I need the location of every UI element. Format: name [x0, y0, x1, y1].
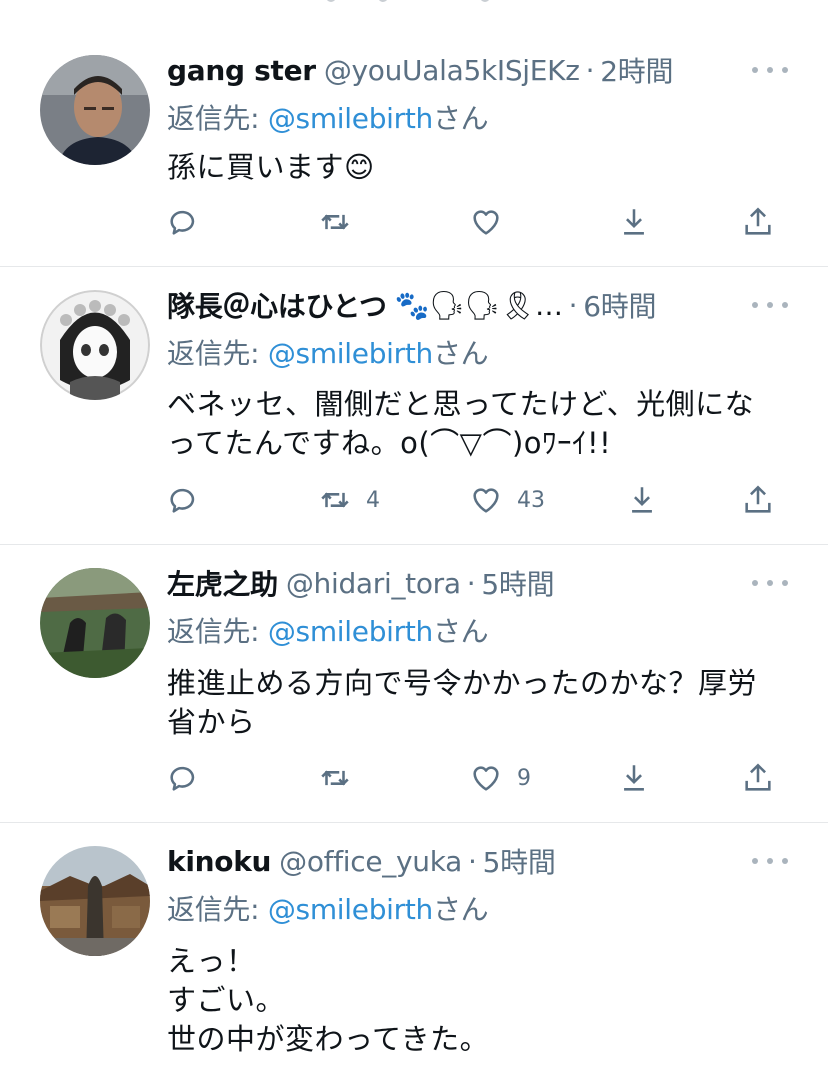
tweet-text-line: 推進止める方向で号令かかったのかな？厚労: [167, 666, 758, 700]
tweet-text-line: すごい。: [167, 983, 286, 1017]
timestamp[interactable]: 6時間: [583, 285, 656, 325]
like-count: 9: [517, 765, 531, 791]
reply-icon: [170, 488, 195, 513]
download-icon: [624, 209, 644, 235]
reply-to-line: 返信先: @smilebirthさん: [167, 332, 489, 372]
like-icon: [473, 488, 499, 513]
tweet-text: 推進止める方向で号令かかったのかな？厚労 省から: [167, 664, 787, 742]
display-name[interactable]: 隊長＠心はひとつ: [167, 285, 387, 325]
reply-to-line: 返信先: @smilebirthさん: [167, 97, 489, 137]
more-icon[interactable]: [752, 60, 788, 80]
separator: ·: [568, 288, 578, 322]
like-button[interactable]: 43: [469, 480, 545, 520]
like-count: 43: [517, 487, 545, 513]
user-handle[interactable]: @office_yuka: [279, 845, 462, 878]
more-icon[interactable]: [752, 573, 788, 593]
tweet-text-line: ベネッセ、闇側だと思ってたけど、光側にな: [167, 387, 755, 421]
reply-to-prefix: 返信先:: [167, 102, 268, 135]
display-name[interactable]: kinoku: [167, 845, 271, 878]
reply-to-suffix: さん: [432, 102, 489, 135]
display-name[interactable]: gang ster: [167, 54, 316, 87]
tweet-text: えっ！ すごい。 世の中が変わってきた。: [167, 942, 787, 1059]
mention-link[interactable]: @smilebirth: [268, 337, 433, 370]
reply-to-suffix: さん: [432, 337, 489, 370]
separator: ·: [585, 53, 595, 87]
share-icon: [745, 763, 771, 791]
retweet-icon: [321, 492, 349, 508]
separator: ·: [468, 844, 477, 878]
divider: [0, 266, 828, 267]
reply-icon: [170, 210, 195, 235]
mention-link[interactable]: @smilebirth: [268, 102, 433, 135]
retweet-count: 4: [366, 487, 380, 513]
download-icon: [624, 765, 644, 791]
reply-to-prefix: 返信先:: [167, 615, 268, 648]
previous-tweet-edge: [0, 0, 828, 10]
share-icon: [745, 207, 771, 235]
action-bar: [0, 202, 828, 242]
tweet-text-line: えっ！: [167, 944, 256, 978]
avatar[interactable]: [40, 846, 150, 956]
share-icon: [745, 485, 771, 513]
like-icon: [473, 210, 499, 235]
tweet-text-line: ってたんですね。o(⌒▽⌒)oﾜｰｲ!!: [167, 426, 612, 460]
reply-to-prefix: 返信先:: [167, 893, 268, 926]
action-bar: 4 43: [0, 480, 828, 520]
timestamp[interactable]: 2時間: [600, 50, 673, 90]
action-bar: 9: [0, 758, 828, 798]
more-icon[interactable]: [752, 295, 788, 315]
user-handle[interactable]: @youUala5kISjEKz: [324, 54, 580, 87]
reply-icon: [170, 766, 195, 791]
tweet-text-line: 省から: [167, 705, 256, 739]
like-button[interactable]: [469, 202, 517, 242]
reply-to-prefix: 返信先:: [167, 337, 268, 370]
download-button[interactable]: [617, 202, 651, 242]
mention-link[interactable]: @smilebirth: [268, 615, 433, 648]
retweet-icon: [321, 214, 349, 230]
reply-to-line: 返信先: @smilebirthさん: [167, 888, 489, 928]
reply-button[interactable]: [166, 758, 200, 798]
avatar[interactable]: [40, 568, 150, 678]
like-icon: [473, 766, 499, 791]
reply-to-suffix: さん: [432, 615, 489, 648]
name-emoji: 🐾🗣🗣🎗…: [394, 288, 563, 322]
timestamp[interactable]: 5時間: [483, 841, 556, 881]
user-handle[interactable]: @hidari_tora: [286, 567, 461, 600]
retweet-button[interactable]: 4: [318, 480, 380, 520]
reply-to-suffix: さん: [432, 893, 489, 926]
more-icon[interactable]: [752, 851, 788, 871]
avatar[interactable]: [40, 290, 150, 400]
retweet-button[interactable]: [318, 202, 366, 242]
share-button[interactable]: [741, 480, 775, 520]
tweet-text-line: 世の中が変わってきた。: [167, 1022, 490, 1056]
mention-link[interactable]: @smilebirth: [268, 893, 433, 926]
like-button[interactable]: 9: [469, 758, 531, 798]
share-button[interactable]: [741, 202, 775, 242]
retweet-button[interactable]: [318, 758, 366, 798]
separator: ·: [466, 566, 476, 600]
divider: [0, 544, 828, 545]
timestamp[interactable]: 5時間: [481, 563, 554, 603]
download-icon: [632, 487, 652, 513]
share-button[interactable]: [741, 758, 775, 798]
avatar[interactable]: [40, 55, 150, 165]
tweet-text-line: 孫に買います😊: [167, 150, 375, 184]
divider: [0, 822, 828, 823]
download-button[interactable]: [617, 758, 651, 798]
download-button[interactable]: [625, 480, 659, 520]
tweet-text: ベネッセ、闇側だと思ってたけど、光側にな ってたんですね。o(⌒▽⌒)oﾜｰｲ!…: [167, 385, 787, 463]
reply-button[interactable]: [166, 202, 200, 242]
retweet-icon: [321, 770, 349, 786]
tweet-text: 孫に買います😊: [167, 148, 787, 187]
reply-to-line: 返信先: @smilebirthさん: [167, 610, 489, 650]
display-name[interactable]: 左虎之助: [167, 563, 278, 603]
reply-button[interactable]: [166, 480, 200, 520]
